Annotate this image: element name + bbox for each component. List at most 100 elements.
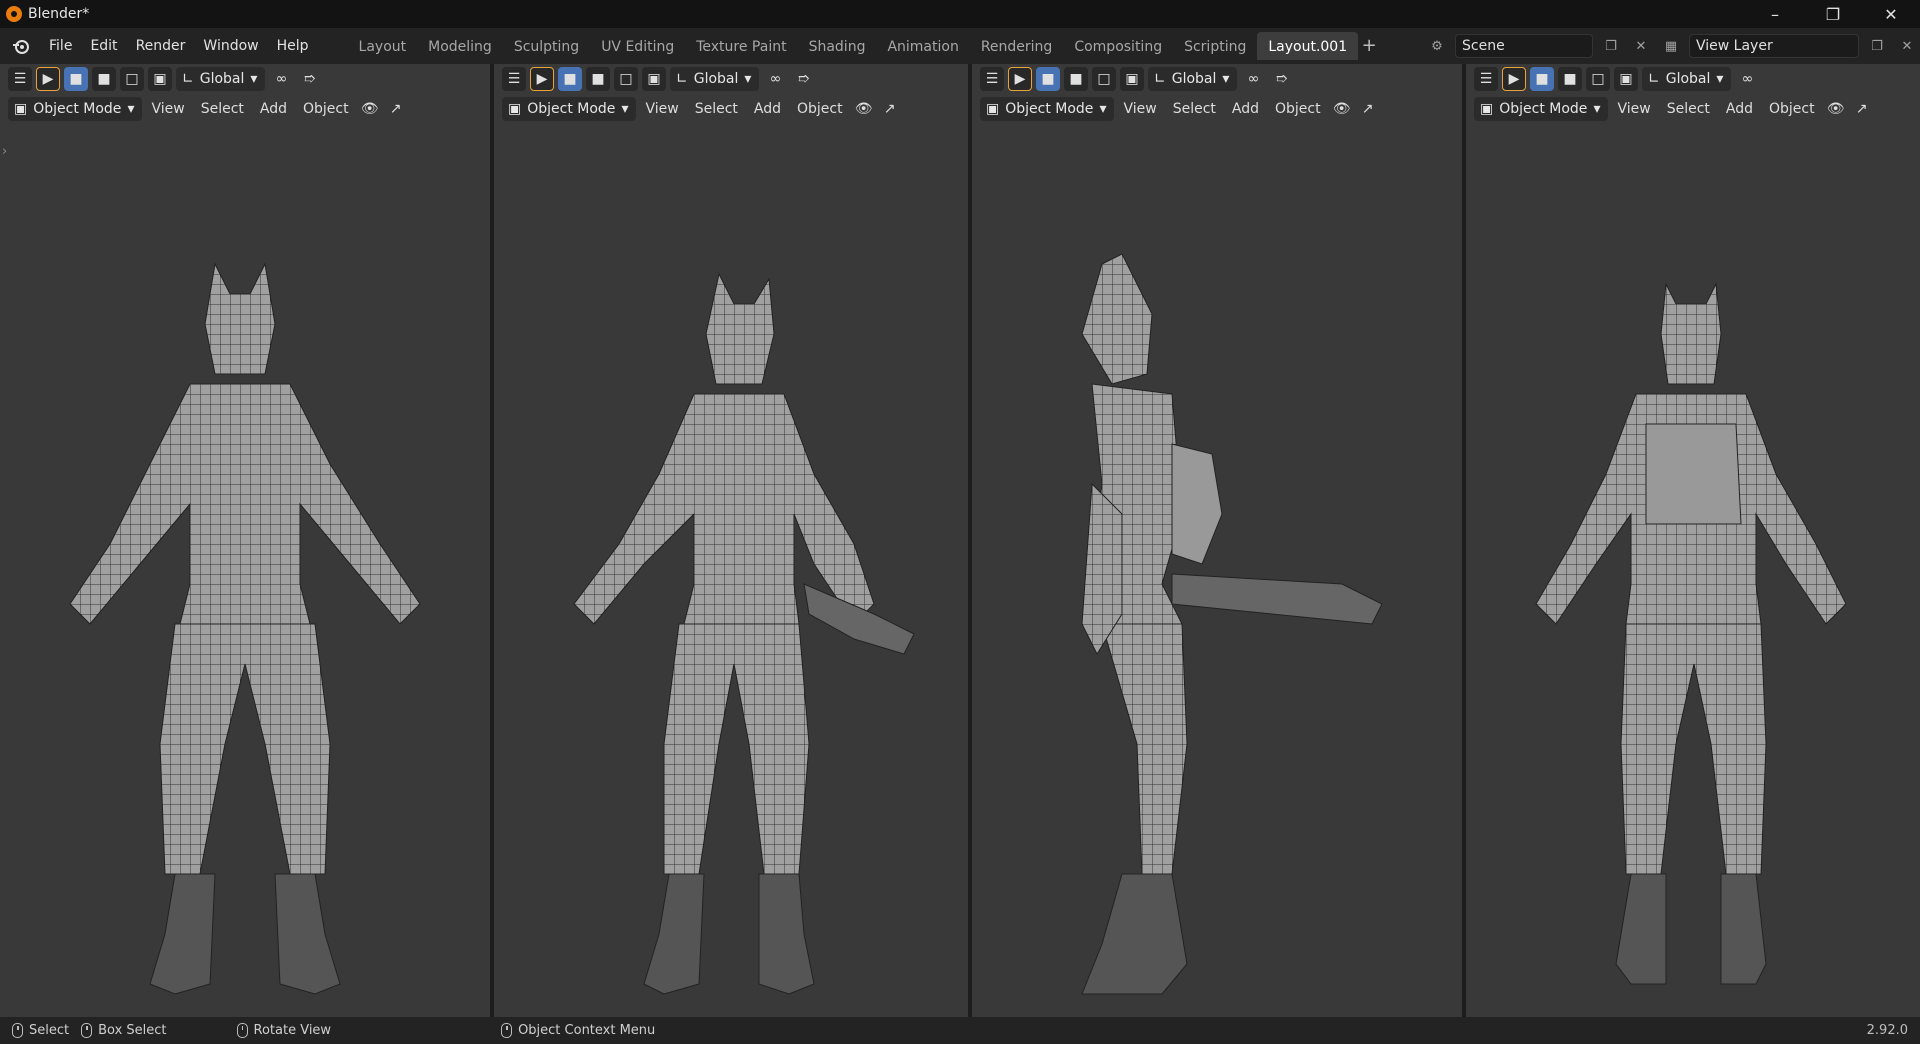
select-mode-new-icon[interactable]: ■ <box>1530 67 1554 91</box>
mode-dropdown[interactable]: ▣ Object Mode ▾ <box>1474 97 1609 121</box>
object-menu[interactable]: Object <box>1268 97 1328 121</box>
visibility-icon[interactable]: 👁 <box>1330 97 1354 121</box>
tab-scripting[interactable]: Scripting <box>1173 32 1257 60</box>
tab-rendering[interactable]: Rendering <box>970 32 1064 60</box>
add-menu[interactable]: Add <box>253 97 294 121</box>
viewport-back[interactable]: ☰ ▶ ■ ■ □ ▣ ∟ Global ▾ ∞ ▣ Object Mode ▾ Vie… <box>1466 64 1920 1017</box>
select-menu[interactable]: Select <box>194 97 251 121</box>
add-workspace-button[interactable]: + <box>1358 32 1380 60</box>
editor-type-icon[interactable]: ☰ <box>980 67 1004 91</box>
tab-sculpting[interactable]: Sculpting <box>503 32 590 60</box>
view-menu[interactable]: View <box>638 97 685 121</box>
gizmo-icon[interactable]: ↗ <box>878 97 902 121</box>
select-mode-new-icon[interactable]: ■ <box>1036 67 1060 91</box>
select-mode-extend-icon[interactable]: ■ <box>92 67 116 91</box>
snap-icon[interactable]: ➱ <box>1269 67 1293 91</box>
viewport-header: ▣ Object Mode ▾ View Select Add Object 👁 ↗ <box>972 94 1462 124</box>
object-menu[interactable]: Object <box>1762 97 1822 121</box>
menu-window[interactable]: Window <box>194 33 267 59</box>
pivot-icon[interactable]: ∞ <box>1241 67 1265 91</box>
select-tool-icon[interactable]: ▶ <box>1502 67 1526 91</box>
select-tool-icon[interactable]: ▶ <box>36 67 60 91</box>
tab-shading[interactable]: Shading <box>798 32 877 60</box>
viewport-header: ▣ Object Mode ▾ View Select Add Object 👁 ↗ <box>494 94 968 124</box>
visibility-icon[interactable]: 👁 <box>852 97 876 121</box>
select-menu[interactable]: Select <box>1660 97 1717 121</box>
tab-uv-editing[interactable]: UV Editing <box>590 32 685 60</box>
view-layer-copy-icon[interactable]: ❐ <box>1865 34 1889 58</box>
gizmo-icon[interactable]: ↗ <box>384 97 408 121</box>
tab-modeling[interactable]: Modeling <box>417 32 503 60</box>
gizmo-icon[interactable]: ↗ <box>1850 97 1874 121</box>
add-menu[interactable]: Add <box>1225 97 1266 121</box>
tab-layout-001[interactable]: Layout.001 <box>1257 32 1359 60</box>
view-menu[interactable]: View <box>1610 97 1657 121</box>
menu-help[interactable]: Help <box>268 33 318 59</box>
view-menu[interactable]: View <box>144 97 191 121</box>
scene-name-field[interactable]: Scene <box>1455 34 1593 58</box>
tab-texture-paint[interactable]: Texture Paint <box>685 32 797 60</box>
menu-edit[interactable]: Edit <box>81 33 126 59</box>
select-mode-invert-icon[interactable]: ▣ <box>1120 67 1144 91</box>
scene-remove-icon[interactable]: ✕ <box>1629 34 1653 58</box>
mode-dropdown[interactable]: ▣ Object Mode ▾ <box>502 97 637 121</box>
editor-type-icon[interactable]: ☰ <box>8 67 32 91</box>
maximize-button[interactable]: ❐ <box>1804 0 1862 28</box>
tab-layout[interactable]: Layout <box>348 32 418 60</box>
view-layer-field[interactable]: View Layer <box>1689 34 1859 58</box>
select-mode-invert-icon[interactable]: ▣ <box>148 67 172 91</box>
select-tool-icon[interactable]: ▶ <box>530 67 554 91</box>
view-menu[interactable]: View <box>1116 97 1163 121</box>
minimize-button[interactable]: – <box>1746 0 1804 28</box>
viewport-side[interactable]: ☰ ▶ ■ ■ □ ▣ ∟ Global ▾ ∞ ➱ ▣ Object Mode ▾ V… <box>972 64 1462 1017</box>
mode-dropdown[interactable]: ▣ Object Mode ▾ <box>8 97 143 121</box>
object-menu[interactable]: Object <box>790 97 850 121</box>
select-tool-icon[interactable]: ▶ <box>1008 67 1032 91</box>
tab-compositing[interactable]: Compositing <box>1063 32 1173 60</box>
select-menu[interactable]: Select <box>688 97 745 121</box>
visibility-icon[interactable]: 👁 <box>1824 97 1848 121</box>
select-mode-invert-icon[interactable]: ▣ <box>1614 67 1638 91</box>
view-layer-browse-icon[interactable]: ▦ <box>1659 34 1683 58</box>
viewport-three-quarter[interactable]: ☰ ▶ ■ ■ □ ▣ ∟ Global ▾ ∞ ➱ ▣ Object Mode ▾ V… <box>494 64 968 1017</box>
viewport-front[interactable]: ☰ ▶ ■ ■ □ ▣ ∟ Global ▾ ∞ ➱ ▣ Object Mode ▾ V… <box>0 64 490 1017</box>
editor-type-icon[interactable]: ☰ <box>1474 67 1498 91</box>
select-mode-subtract-icon[interactable]: □ <box>1586 67 1610 91</box>
transform-orientation-dropdown[interactable]: ∟ Global ▾ <box>1642 67 1732 91</box>
toolbar-expand-icon[interactable]: › <box>2 144 7 159</box>
visibility-icon[interactable]: 👁 <box>358 97 382 121</box>
select-mode-invert-icon[interactable]: ▣ <box>642 67 666 91</box>
snap-icon[interactable]: ➱ <box>791 67 815 91</box>
menu-render[interactable]: Render <box>127 33 195 59</box>
select-menu[interactable]: Select <box>1166 97 1223 121</box>
pivot-icon[interactable]: ∞ <box>269 67 293 91</box>
select-mode-subtract-icon[interactable]: □ <box>614 67 638 91</box>
transform-orientation-dropdown[interactable]: ∟ Global ▾ <box>1148 67 1238 91</box>
object-mode-icon: ▣ <box>1480 101 1494 117</box>
select-mode-new-icon[interactable]: ■ <box>64 67 88 91</box>
snap-icon[interactable]: ➱ <box>297 67 321 91</box>
select-mode-extend-icon[interactable]: ■ <box>1064 67 1088 91</box>
scene-browse-icon[interactable]: ⚙ <box>1425 34 1449 58</box>
select-mode-subtract-icon[interactable]: □ <box>1092 67 1116 91</box>
blender-menu-icon[interactable] <box>10 35 32 57</box>
select-mode-extend-icon[interactable]: ■ <box>1558 67 1582 91</box>
close-button[interactable]: ✕ <box>1862 0 1920 28</box>
object-menu[interactable]: Object <box>296 97 356 121</box>
scene-copy-icon[interactable]: ❐ <box>1599 34 1623 58</box>
add-menu[interactable]: Add <box>747 97 788 121</box>
transform-orientation-dropdown[interactable]: ∟ Global ▾ <box>670 67 760 91</box>
gizmo-icon[interactable]: ↗ <box>1356 97 1380 121</box>
view-layer-remove-icon[interactable]: ✕ <box>1895 34 1919 58</box>
select-mode-new-icon[interactable]: ■ <box>558 67 582 91</box>
add-menu[interactable]: Add <box>1719 97 1760 121</box>
select-mode-subtract-icon[interactable]: □ <box>120 67 144 91</box>
select-mode-extend-icon[interactable]: ■ <box>586 67 610 91</box>
mode-dropdown[interactable]: ▣ Object Mode ▾ <box>980 97 1115 121</box>
pivot-icon[interactable]: ∞ <box>1735 67 1759 91</box>
transform-orientation-dropdown[interactable]: ∟ Global ▾ <box>176 67 266 91</box>
pivot-icon[interactable]: ∞ <box>763 67 787 91</box>
editor-type-icon[interactable]: ☰ <box>502 67 526 91</box>
tab-animation[interactable]: Animation <box>876 32 969 60</box>
menu-file[interactable]: File <box>40 33 81 59</box>
